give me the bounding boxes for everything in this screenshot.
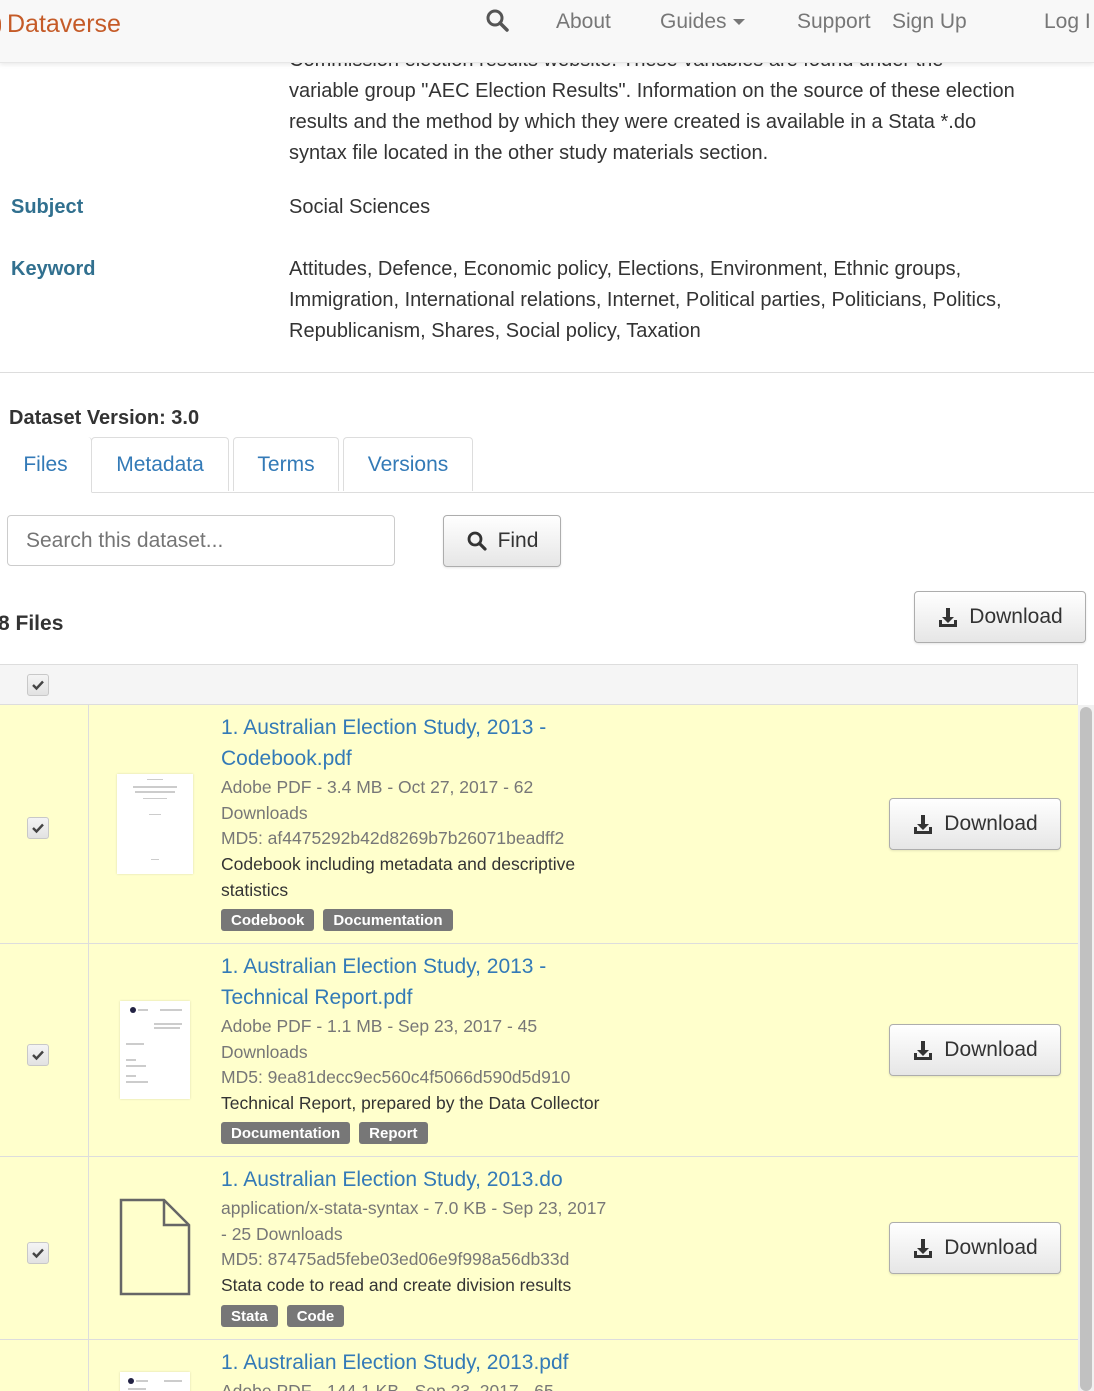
brand-name: Dataverse: [7, 10, 121, 38]
files-count: 8 Files: [0, 612, 64, 635]
checkmark-icon: [32, 1050, 44, 1061]
tag-badge: Codebook: [221, 909, 315, 931]
keyword-line: Attitudes, Defence, Economic policy, Ele…: [289, 258, 962, 280]
file-name-link[interactable]: 1. Australian Election Study, 2013 - Cod…: [221, 712, 641, 774]
nav-support-link[interactable]: Support: [797, 10, 871, 34]
tab-versions[interactable]: Versions: [343, 437, 473, 491]
description-line: results and the method by which they wer…: [289, 111, 977, 133]
file-tags: Codebook Documentation: [221, 909, 453, 931]
nav-guides-dropdown[interactable]: Guides: [660, 10, 745, 34]
scrollbar-thumb[interactable]: [1080, 707, 1092, 1391]
tab-files[interactable]: Files: [0, 437, 92, 493]
find-button-label: Find: [497, 529, 539, 552]
file-info: Adobe PDF - 144.1 KB - Sep 23, 2017 - 65: [221, 1381, 554, 1391]
tag-badge: Code: [286, 1305, 345, 1327]
file-download-button[interactable]: Download: [889, 1222, 1061, 1274]
subject-label: Subject: [11, 196, 84, 218]
dataset-version-label: Dataset Version: 3.0: [9, 407, 200, 429]
nav-login-link[interactable]: Log I: [1044, 10, 1091, 34]
file-md5: MD5: af4475292b42d8269b7b26071beadff2: [221, 828, 565, 848]
tag-badge: Report: [359, 1122, 428, 1144]
brand-logo-link[interactable]: Dataverse: [0, 10, 121, 39]
file-description: Stata code to read and create division r…: [221, 1275, 572, 1295]
tag-badge: Documentation: [221, 1122, 351, 1144]
tag-badge: Documentation: [323, 909, 453, 931]
table-row: 1. Australian Election Study, 2013 - Tec…: [0, 944, 1078, 1157]
file-info: Adobe PDF - 1.1 MB - Sep 23, 2017 - 45 D…: [221, 1014, 641, 1091]
file-table-header: [0, 664, 1078, 705]
file-info: application/x-stata-syntax - 7.0 KB - Se…: [221, 1196, 641, 1273]
file-md5: MD5: 87475ad5febe03ed06e9f998a56db33d: [221, 1249, 570, 1269]
keyword-line: Republicanism, Shares, Social policy, Ta…: [289, 320, 701, 342]
select-all-checkbox[interactable]: [27, 674, 49, 696]
subject-value: Social Sciences: [289, 196, 431, 218]
top-navbar: Dataverse About Guides Support Sign Up L…: [0, 0, 1094, 63]
file-description: Technical Report, prepared by the Data C…: [221, 1093, 600, 1113]
keyword-line: Immigration, International relations, In…: [289, 289, 1002, 311]
dataset-tabs: Files Metadata Terms Versions: [0, 437, 1094, 493]
download-all-label: Download: [969, 605, 1063, 628]
file-info: Adobe PDF - 3.4 MB - Oct 27, 2017 - 62 D…: [221, 775, 641, 852]
nav-signup-link[interactable]: Sign Up: [892, 10, 967, 34]
file-table-body: 1. Australian Election Study, 2013 - Cod…: [0, 705, 1078, 1391]
generic-file-icon[interactable]: [118, 1197, 192, 1297]
pdf-thumbnail[interactable]: [120, 1372, 190, 1391]
tag-badge: Stata: [221, 1305, 278, 1327]
table-row: 1. Australian Election Study, 2013.do ap…: [0, 1157, 1078, 1340]
file-description: Codebook including metadata and descript…: [221, 854, 576, 900]
table-row: 1. Australian Election Study, 2013.pdf A…: [0, 1340, 1078, 1391]
pdf-thumbnail[interactable]: [120, 1001, 190, 1099]
file-md5: MD5: 9ea81decc9ec560c4f5066d590d5d910: [221, 1067, 571, 1087]
section-divider: [0, 372, 1094, 373]
file-download-button[interactable]: Download: [889, 798, 1061, 850]
tab-metadata[interactable]: Metadata: [91, 437, 229, 491]
download-all-button[interactable]: Download: [914, 591, 1086, 643]
search-icon: [467, 531, 487, 551]
pdf-thumbnail[interactable]: [117, 774, 193, 874]
chevron-down-icon: [732, 19, 745, 26]
row-checkbox[interactable]: [27, 817, 49, 839]
file-name-link[interactable]: 1. Australian Election Study, 2013 - Tec…: [221, 951, 641, 1013]
file-name-link[interactable]: 1. Australian Election Study, 2013.pdf: [221, 1347, 641, 1378]
file-tags: Documentation Report: [221, 1122, 428, 1144]
search-icon[interactable]: [485, 8, 511, 39]
description-line: variable group "AEC Election Results". I…: [289, 80, 1015, 102]
table-row: 1. Australian Election Study, 2013 - Cod…: [0, 705, 1078, 944]
dataset-search-input[interactable]: [7, 515, 395, 566]
description-line: syntax file located in the other study m…: [289, 142, 769, 164]
file-tags: Stata Code: [221, 1305, 345, 1327]
table-scrollbar[interactable]: [1078, 705, 1094, 1391]
find-button[interactable]: Find: [443, 515, 561, 567]
checkmark-icon: [32, 823, 44, 834]
download-icon: [914, 1041, 933, 1060]
download-icon: [914, 1239, 933, 1258]
dataverse-logo-icon: [0, 12, 1, 37]
row-checkbox[interactable]: [27, 1044, 49, 1066]
keyword-label: Keyword: [11, 258, 96, 280]
checkmark-icon: [32, 680, 44, 691]
file-download-button[interactable]: Download: [889, 1024, 1061, 1076]
nav-guides-label: Guides: [660, 10, 727, 33]
download-icon: [914, 815, 933, 834]
row-checkbox[interactable]: [27, 1242, 49, 1264]
checkmark-icon: [32, 1248, 44, 1259]
nav-about-link[interactable]: About: [556, 10, 611, 34]
download-icon: [939, 608, 958, 627]
tab-terms[interactable]: Terms: [233, 437, 339, 491]
file-name-link[interactable]: 1. Australian Election Study, 2013.do: [221, 1164, 641, 1195]
